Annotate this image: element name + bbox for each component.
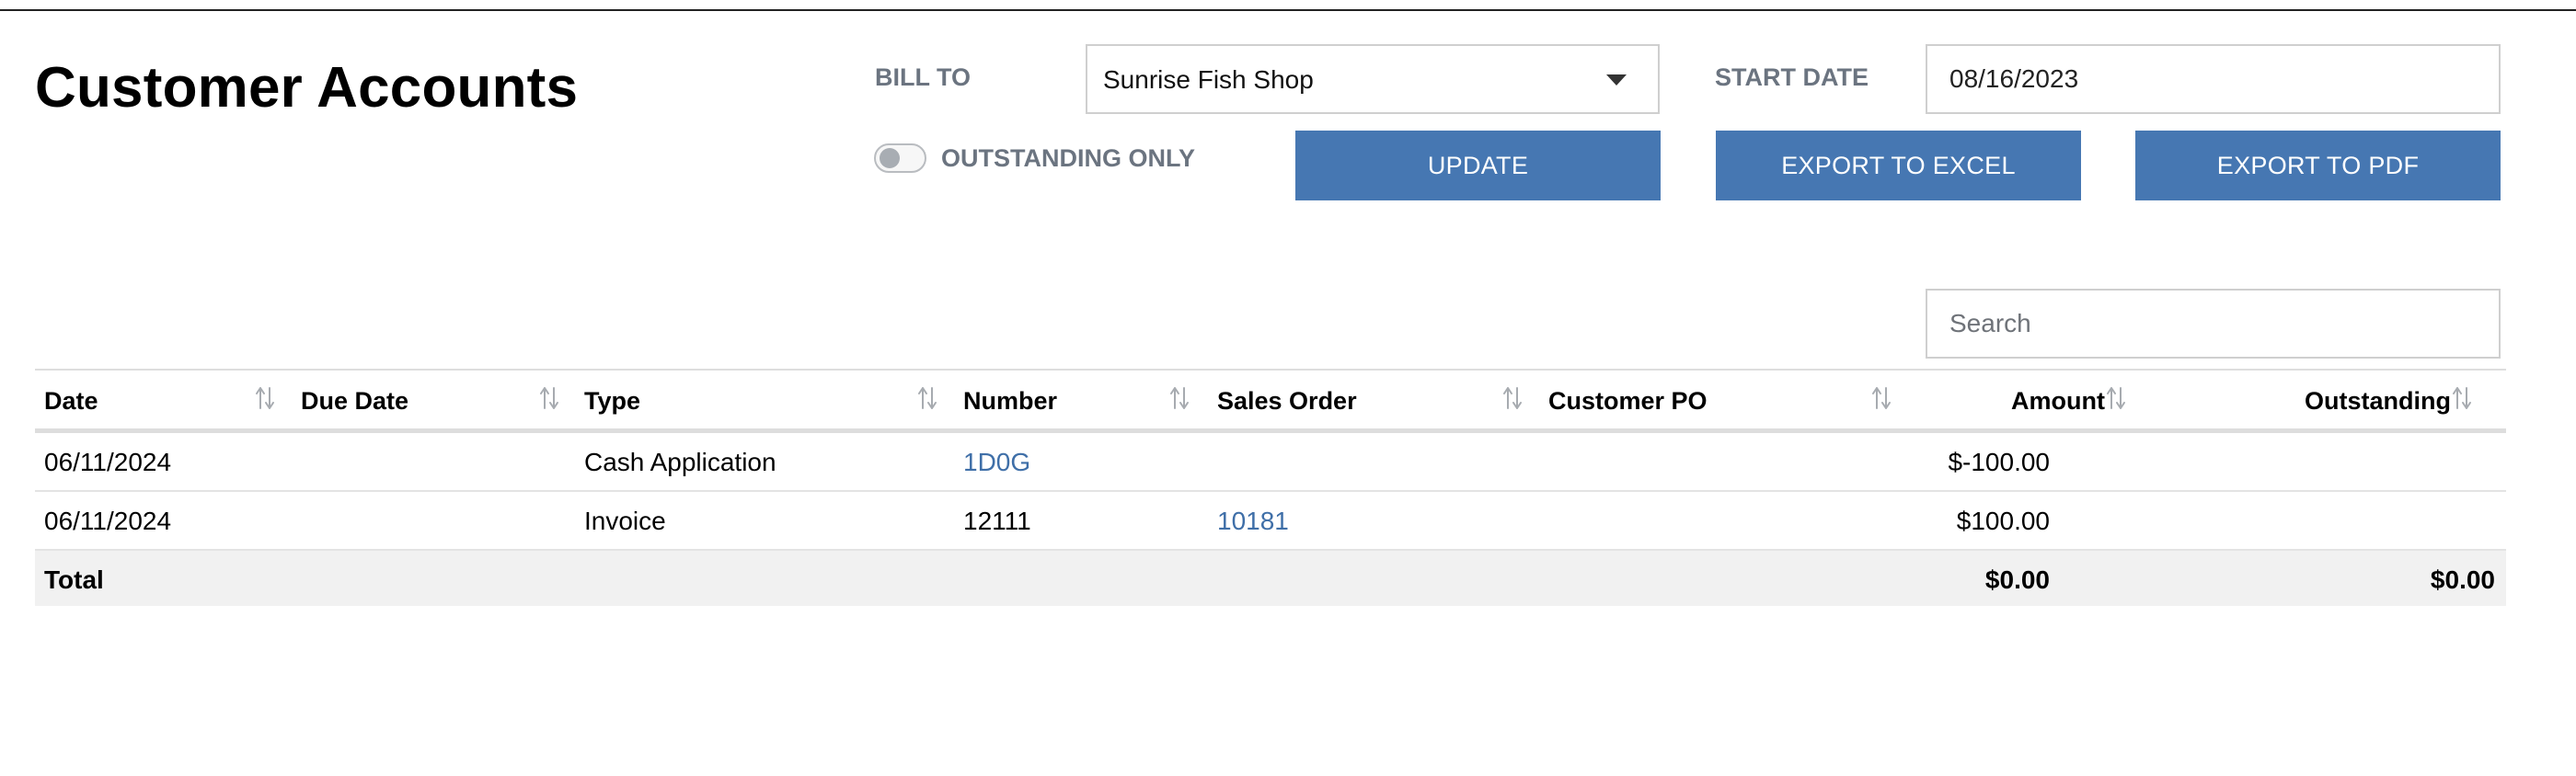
column-header-date[interactable]: Date (44, 386, 98, 416)
table-row: 06/11/2024 Invoice 12111 10181 $100.00 (35, 492, 2506, 551)
column-header-type[interactable]: Type (584, 386, 640, 416)
start-date-label: START DATE (1715, 63, 1869, 91)
export-pdf-button[interactable]: EXPORT TO PDF (2135, 131, 2501, 200)
update-button[interactable]: UPDATE (1295, 131, 1661, 200)
total-outstanding: $0.00 (2430, 565, 2495, 594)
cell-type: Cash Application (584, 448, 776, 476)
bill-to-select[interactable]: Sunrise Fish Shop (1086, 44, 1660, 114)
top-divider (0, 9, 2576, 11)
cell-sales-order-link[interactable]: 10181 (1217, 507, 1289, 536)
outstanding-only-toggle[interactable] (874, 143, 926, 173)
cell-date: 06/11/2024 (44, 448, 172, 476)
column-header-customer-po[interactable]: Customer PO (1548, 386, 1708, 416)
table-total-row: Total $0.00 $0.00 (35, 551, 2506, 606)
cell-date: 06/11/2024 (44, 507, 172, 535)
column-header-amount[interactable]: Amount (1857, 386, 2105, 416)
start-date-input[interactable] (1926, 44, 2501, 114)
table-row: 06/11/2024 Cash Application 1D0G $-100.0… (35, 433, 2506, 492)
sort-arrows-icon[interactable] (1501, 386, 1524, 410)
column-header-outstanding[interactable]: Outstanding (2179, 386, 2451, 416)
column-header-number[interactable]: Number (963, 386, 1057, 416)
sort-arrows-icon[interactable] (538, 386, 560, 410)
chevron-down-icon (1606, 74, 1627, 86)
toggle-knob (880, 148, 900, 168)
export-excel-button[interactable]: EXPORT TO EXCEL (1716, 131, 2081, 200)
sort-arrows-icon[interactable] (1168, 386, 1190, 410)
page-title: Customer Accounts (35, 56, 579, 120)
bill-to-selected-value: Sunrise Fish Shop (1103, 65, 1314, 94)
total-amount: $0.00 (1984, 565, 2050, 594)
sort-arrows-icon[interactable] (2105, 386, 2127, 410)
column-header-due-date[interactable]: Due Date (301, 386, 408, 416)
outstanding-only-label: OUTSTANDING ONLY (941, 144, 1196, 172)
bill-to-label: BILL TO (875, 63, 972, 91)
table-header-row: Date Due Date Type Number Sales Order Cu… (35, 371, 2506, 428)
cell-amount: $100.00 (1956, 507, 2050, 535)
cell-amount: $-100.00 (1948, 448, 2050, 476)
column-header-sales-order[interactable]: Sales Order (1217, 386, 1357, 416)
cell-number: 12111 (963, 507, 1031, 535)
search-input[interactable] (1926, 289, 2501, 359)
sort-arrows-icon[interactable] (254, 386, 276, 410)
sort-arrows-icon[interactable] (2451, 386, 2473, 410)
cell-number-link[interactable]: 1D0G (963, 448, 1030, 477)
total-label: Total (44, 565, 104, 594)
cell-type: Invoice (584, 507, 666, 535)
sort-arrows-icon[interactable] (916, 386, 938, 410)
